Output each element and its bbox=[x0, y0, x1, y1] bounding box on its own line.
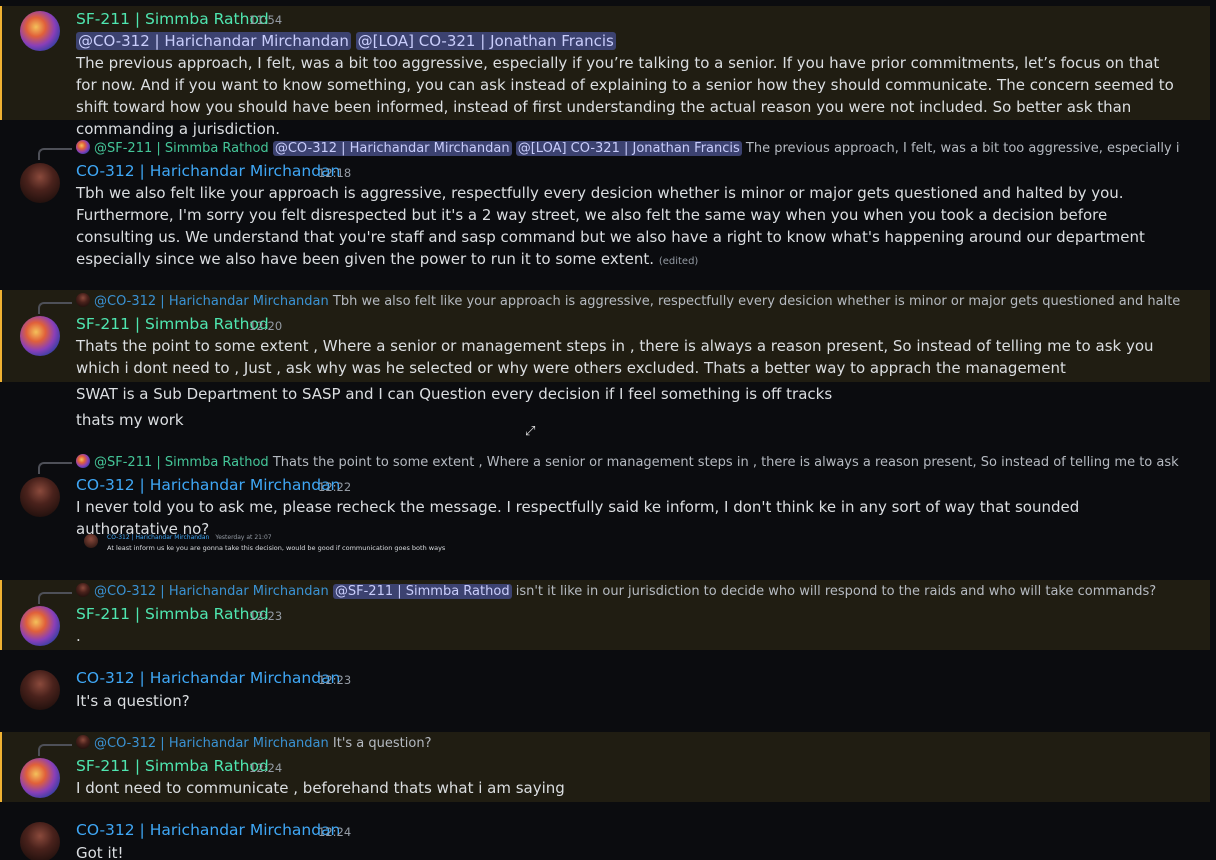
reply-spine bbox=[38, 302, 72, 314]
message-text: Tbh we also felt like your approach is a… bbox=[76, 182, 1180, 273]
timestamp: 12:24 bbox=[249, 761, 283, 775]
author-name[interactable]: CO-312 | Harichandar Mirchandan bbox=[76, 669, 340, 687]
timestamp: 12:23 bbox=[318, 673, 352, 687]
reply-preview[interactable]: @CO-312 | Harichandar Mirchandan @SF-211… bbox=[76, 583, 1180, 599]
edited-label: (edited) bbox=[658, 256, 699, 267]
message[interactable]: CO-312 | Harichandar Mirchandan 12:23 It… bbox=[0, 664, 1210, 724]
mention[interactable]: @CO-312 | Harichandar Mirchandan bbox=[272, 141, 512, 156]
author-name[interactable]: SF-211 | Simmba Rathod bbox=[76, 605, 269, 623]
reply-author[interactable]: @CO-312 | Harichandar Mirchandan bbox=[94, 584, 329, 599]
message[interactable]: SF-211 | Simmba Rathod 11:54 @CO-312 | H… bbox=[0, 6, 1210, 138]
message-body: Tbh we also felt like your approach is a… bbox=[76, 184, 1145, 268]
author-name[interactable]: SF-211 | Simmba Rathod bbox=[76, 10, 269, 28]
timestamp: 12:22 bbox=[318, 480, 352, 494]
author-name[interactable]: CO-312 | Harichandar Mirchandan bbox=[76, 476, 340, 494]
message-text: SWAT is a Sub Department to SASP and I c… bbox=[76, 385, 833, 403]
reply-spine bbox=[38, 148, 72, 160]
message[interactable]: @CO-312 | Harichandar Mirchandan @SF-211… bbox=[0, 580, 1210, 650]
avatar[interactable] bbox=[20, 670, 60, 710]
mention[interactable]: @CO-312 | Harichandar Mirchandan bbox=[76, 32, 351, 50]
mention[interactable]: @SF-211 | Simmba Rathod bbox=[332, 584, 512, 599]
message-text: I dont need to communicate , beforehand … bbox=[76, 779, 565, 797]
author-name[interactable]: CO-312 | Harichandar Mirchandan bbox=[76, 162, 340, 180]
embed-author: CO-312 | Harichandar Mirchandan Yesterday… bbox=[107, 534, 272, 541]
message-text: thats my work bbox=[76, 411, 184, 429]
reply-spine bbox=[38, 744, 72, 756]
message-text: @CO-312 | Harichandar Mirchandan @[LOA] … bbox=[76, 30, 1180, 140]
reply-avatar bbox=[76, 583, 90, 597]
reply-text: Tbh we also felt like your approach is a… bbox=[332, 294, 1180, 309]
embed-text: At least inform us ke you are gonna take… bbox=[107, 544, 446, 552]
message-text: Thats the point to some extent , Where a… bbox=[76, 337, 1154, 377]
reply-spine bbox=[38, 592, 72, 604]
reply-avatar bbox=[76, 735, 90, 749]
message[interactable]: @CO-312 | Harichandar Mirchandan Tbh we … bbox=[0, 290, 1210, 382]
reply-avatar bbox=[76, 293, 90, 307]
message[interactable]: @SF-211 | Simmba Rathod @CO-312 | Harich… bbox=[0, 136, 1210, 276]
avatar[interactable] bbox=[20, 822, 60, 860]
reply-avatar bbox=[76, 454, 90, 468]
message-text: Got it! bbox=[76, 844, 124, 860]
avatar[interactable] bbox=[20, 758, 60, 798]
reply-preview[interactable]: @SF-211 | Simmba Rathod Thats the point … bbox=[76, 454, 1180, 470]
timestamp: 12:18 bbox=[318, 166, 352, 180]
reply-text: The previous approach, I felt, was a bit… bbox=[745, 141, 1180, 156]
avatar[interactable] bbox=[20, 163, 60, 203]
avatar[interactable] bbox=[20, 316, 60, 356]
avatar[interactable] bbox=[20, 606, 60, 646]
message-text: . bbox=[76, 627, 81, 645]
author-name[interactable]: SF-211 | Simmba Rathod bbox=[76, 757, 269, 775]
timestamp: 12:24 bbox=[318, 825, 352, 839]
image-attachment[interactable]: CO-312 | Harichandar Mirchandan Yesterday… bbox=[80, 530, 445, 558]
author-name[interactable]: CO-312 | Harichandar Mirchandan bbox=[76, 821, 340, 839]
reply-text: Thats the point to some extent , Where a… bbox=[272, 455, 1180, 470]
move-cursor-icon: ⤢ bbox=[525, 424, 536, 439]
message[interactable]: CO-312 | Harichandar Mirchandan 12:24 Go… bbox=[0, 816, 1210, 860]
timestamp: 11:54 bbox=[249, 13, 283, 27]
message[interactable]: @CO-312 | Harichandar Mirchandan It's a … bbox=[0, 732, 1210, 802]
embed-author-name: CO-312 | Harichandar Mirchandan bbox=[107, 534, 210, 541]
reply-preview[interactable]: @CO-312 | Harichandar Mirchandan It's a … bbox=[76, 735, 1180, 751]
message-body: The previous approach, I felt, was a bit… bbox=[76, 54, 1174, 138]
reply-author[interactable]: @SF-211 | Simmba Rathod bbox=[94, 455, 269, 470]
reply-author[interactable]: @SF-211 | Simmba Rathod bbox=[94, 141, 269, 156]
reply-text: It's a question? bbox=[332, 736, 432, 751]
mention[interactable]: @[LOA] CO-321 | Jonathan Francis bbox=[515, 141, 742, 156]
reply-spine bbox=[38, 462, 72, 474]
reply-avatar bbox=[76, 140, 90, 154]
message-text: It's a question? bbox=[76, 692, 190, 710]
avatar[interactable] bbox=[20, 477, 60, 517]
avatar[interactable] bbox=[20, 11, 60, 51]
embed-avatar bbox=[84, 534, 98, 548]
reply-preview[interactable]: @CO-312 | Harichandar Mirchandan Tbh we … bbox=[76, 293, 1180, 309]
reply-author[interactable]: @CO-312 | Harichandar Mirchandan bbox=[94, 736, 329, 751]
reply-text: isn't it like in our jurisdiction to dec… bbox=[515, 584, 1157, 599]
reply-preview[interactable]: @SF-211 | Simmba Rathod @CO-312 | Harich… bbox=[76, 140, 1180, 156]
author-name[interactable]: SF-211 | Simmba Rathod bbox=[76, 315, 269, 333]
timestamp: 12:20 bbox=[249, 319, 283, 333]
embed-time: Yesterday at 21:07 bbox=[215, 534, 272, 541]
timestamp: 12:23 bbox=[249, 609, 283, 623]
mention[interactable]: @[LOA] CO-321 | Jonathan Francis bbox=[355, 32, 616, 50]
reply-author[interactable]: @CO-312 | Harichandar Mirchandan bbox=[94, 294, 329, 309]
